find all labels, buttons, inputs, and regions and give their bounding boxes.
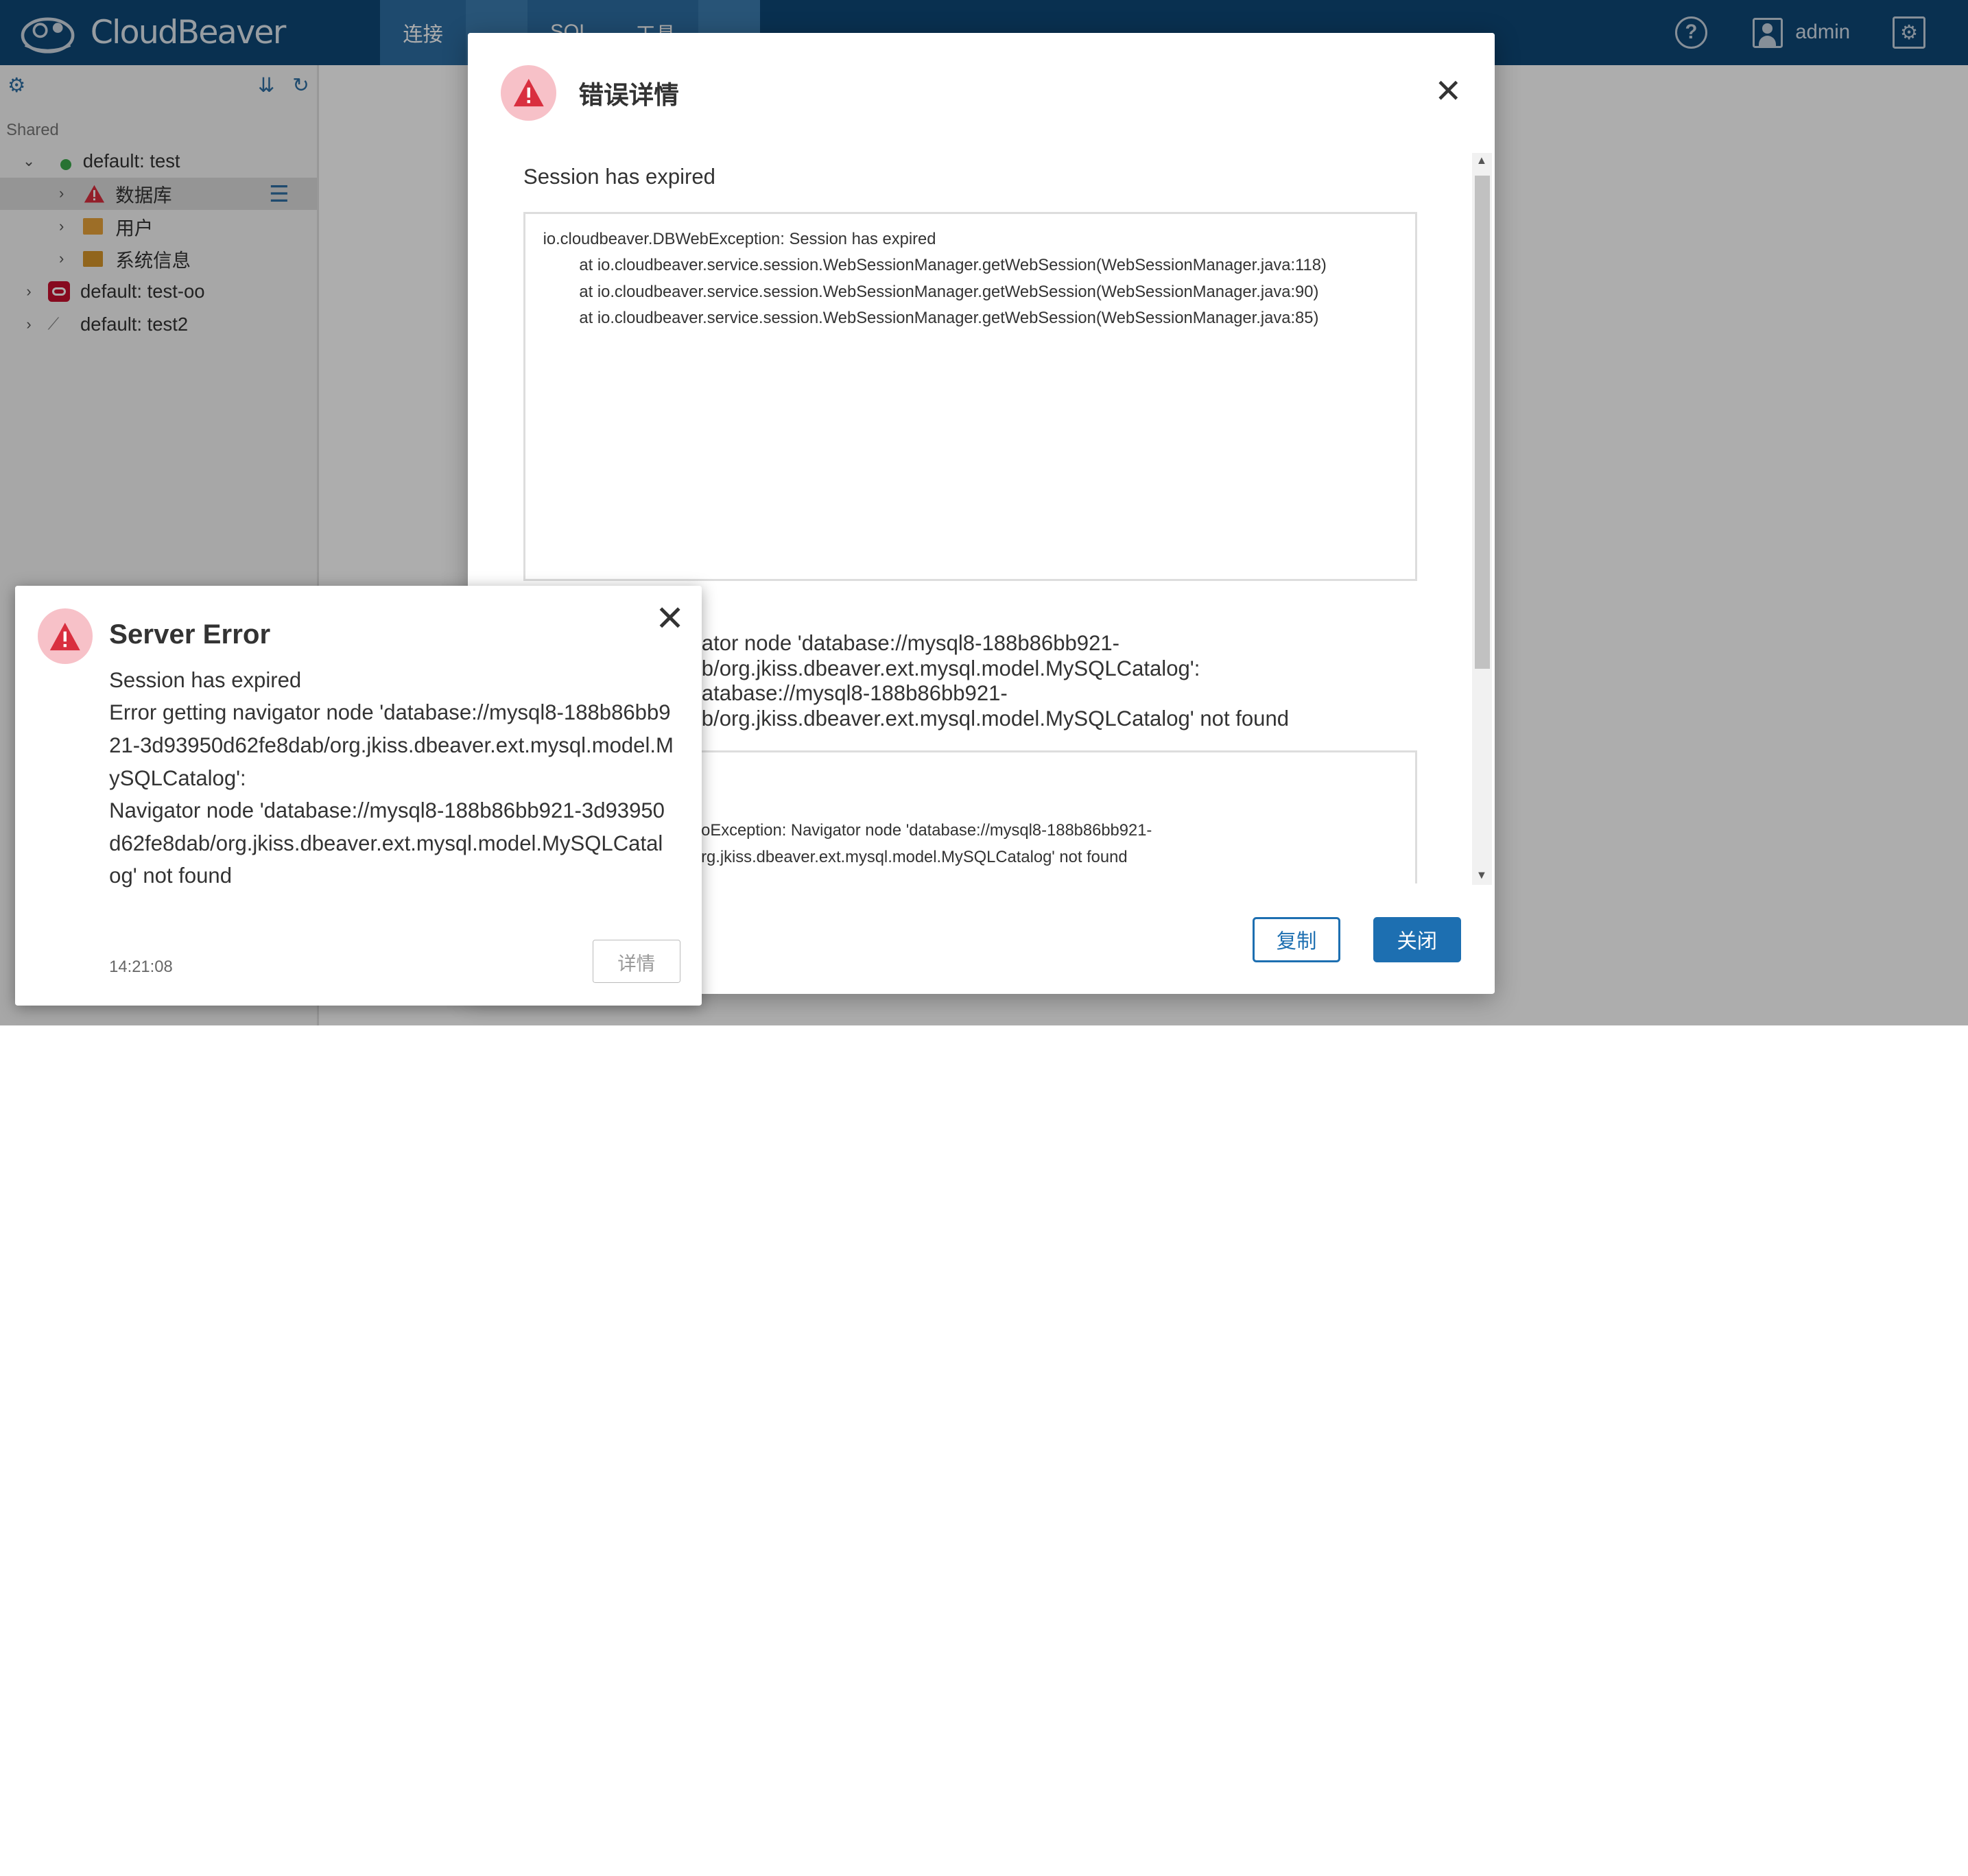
notification-body: Session has expired Error getting naviga… [109, 664, 674, 892]
server-error-notification: Server Error ✕ Session has expired Error… [14, 586, 702, 1006]
notification-title: Server Error [109, 619, 271, 650]
stack-trace[interactable]: io.cloudbeaver.DBWebException: Session h… [523, 211, 1417, 581]
close-icon[interactable]: ✕ [655, 601, 685, 636]
dialog-title: 错误详情 [578, 80, 679, 109]
notification-timestamp: 14:21:08 [109, 958, 173, 977]
notification-line: Navigator node 'database://mysql8-188b86… [109, 798, 665, 888]
warning-icon [37, 608, 93, 664]
scrollbar-thumb[interactable] [1474, 176, 1490, 669]
stack-trace-2-text: oException: Navigator node 'database://m… [701, 821, 1152, 866]
scroll-up-arrow-icon[interactable]: ▲ [1476, 154, 1487, 167]
details-button[interactable]: 详情 [592, 940, 680, 983]
scroll-down-arrow-icon[interactable]: ▼ [1476, 869, 1487, 882]
copy-button[interactable]: 复制 [1253, 917, 1341, 963]
error-message-2: ator node 'database://mysql8-188b86bb921… [701, 631, 1290, 731]
close-button[interactable]: 关闭 [1373, 917, 1461, 963]
notification-line: Error getting navigator node 'database:/… [109, 700, 674, 790]
warning-icon [501, 65, 556, 121]
dialog-scrollbar[interactable]: ▲ ▼ [1472, 153, 1493, 885]
close-icon[interactable]: ✕ [1434, 75, 1462, 108]
notification-line: Session has expired [109, 667, 302, 692]
dialog-header: 错误详情 [468, 33, 1495, 154]
error-message: Session has expired [523, 164, 715, 189]
